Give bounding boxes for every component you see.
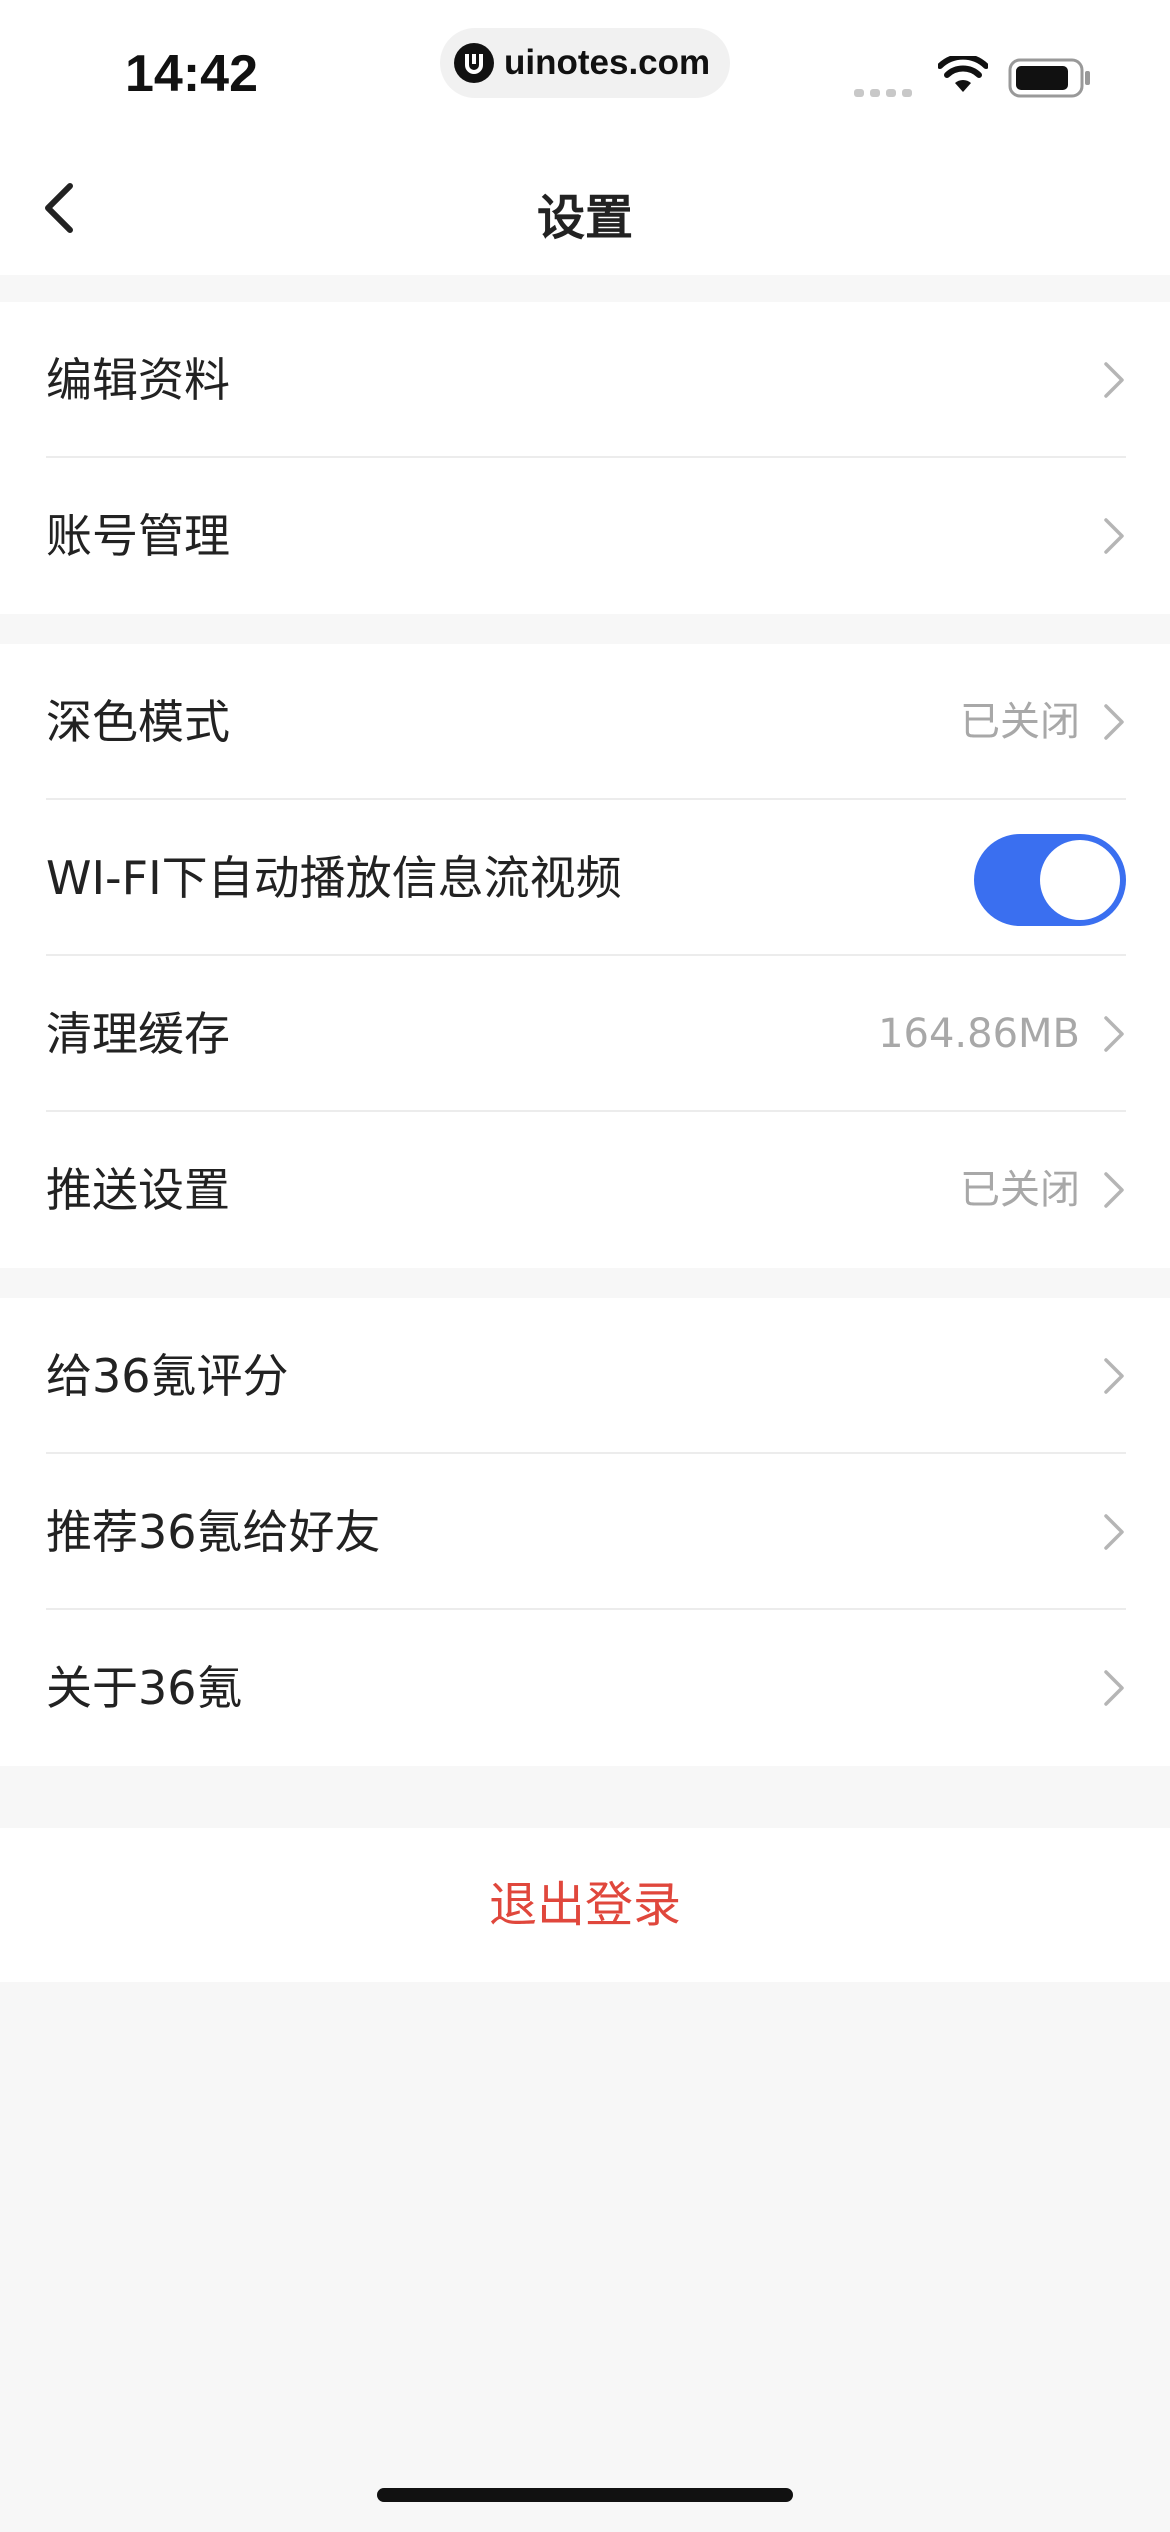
row-label: 账号管理	[46, 509, 230, 563]
row-label: 关于36氪	[46, 1661, 243, 1715]
status-bar: 14:42 uinotes.com	[0, 0, 1170, 140]
chevron-right-icon	[1104, 1172, 1124, 1208]
row-label: 深色模式	[46, 695, 230, 749]
nav-bar: 设置	[0, 140, 1170, 275]
clear-cache-row[interactable]: 清理缓存 164.86MB	[0, 956, 1170, 1112]
settings-group-preferences: 深色模式 已关闭 WI-FI下自动播放信息流视频 清理缓存 164.86MB 推…	[0, 644, 1170, 1268]
row-label: 给36氪评分	[46, 1349, 289, 1403]
logout-button[interactable]: 退出登录	[0, 1828, 1170, 1982]
push-settings-row[interactable]: 推送设置 已关闭	[0, 1112, 1170, 1268]
url-text: uinotes.com	[504, 43, 711, 82]
row-label: 推送设置	[46, 1163, 230, 1217]
settings-group-account: 编辑资料 账号管理	[0, 302, 1170, 614]
wifi-autoplay-row: WI-FI下自动播放信息流视频	[0, 800, 1170, 956]
row-label: 推荐36氪给好友	[46, 1505, 381, 1559]
wifi-autoplay-toggle[interactable]	[974, 834, 1126, 926]
row-value: 164.86MB	[878, 1011, 1080, 1057]
dark-mode-row[interactable]: 深色模式 已关闭	[0, 644, 1170, 800]
chevron-right-icon	[1104, 1016, 1124, 1052]
row-label: WI-FI下自动播放信息流视频	[46, 851, 622, 905]
row-label: 编辑资料	[46, 353, 230, 407]
chevron-right-icon	[1104, 1670, 1124, 1706]
settings-group-about: 给36氪评分 推荐36氪给好友 关于36氪	[0, 1298, 1170, 1766]
row-value: 已关闭	[960, 699, 1080, 745]
account-management-row[interactable]: 账号管理	[0, 458, 1170, 614]
row-value: 已关闭	[960, 1167, 1080, 1213]
battery-icon	[1008, 58, 1092, 102]
cellular-signal-icon	[854, 84, 916, 103]
wifi-icon	[937, 53, 989, 98]
toggle-knob	[1040, 840, 1120, 920]
chevron-right-icon	[1104, 362, 1124, 398]
status-time: 14:42	[125, 45, 258, 103]
edit-profile-row[interactable]: 编辑资料	[0, 302, 1170, 458]
chevron-right-icon	[1104, 1514, 1124, 1550]
url-pill[interactable]: uinotes.com	[440, 28, 730, 98]
page-title: 设置	[536, 190, 633, 246]
chevron-right-icon	[1104, 518, 1124, 554]
chevron-right-icon	[1104, 1358, 1124, 1394]
about-row[interactable]: 关于36氪	[0, 1610, 1170, 1766]
row-label: 清理缓存	[46, 1007, 230, 1061]
recommend-to-friends-row[interactable]: 推荐36氪给好友	[0, 1454, 1170, 1610]
home-indicator[interactable]	[377, 2488, 793, 2502]
site-logo-icon	[454, 43, 494, 83]
rate-app-row[interactable]: 给36氪评分	[0, 1298, 1170, 1454]
chevron-right-icon	[1104, 704, 1124, 740]
